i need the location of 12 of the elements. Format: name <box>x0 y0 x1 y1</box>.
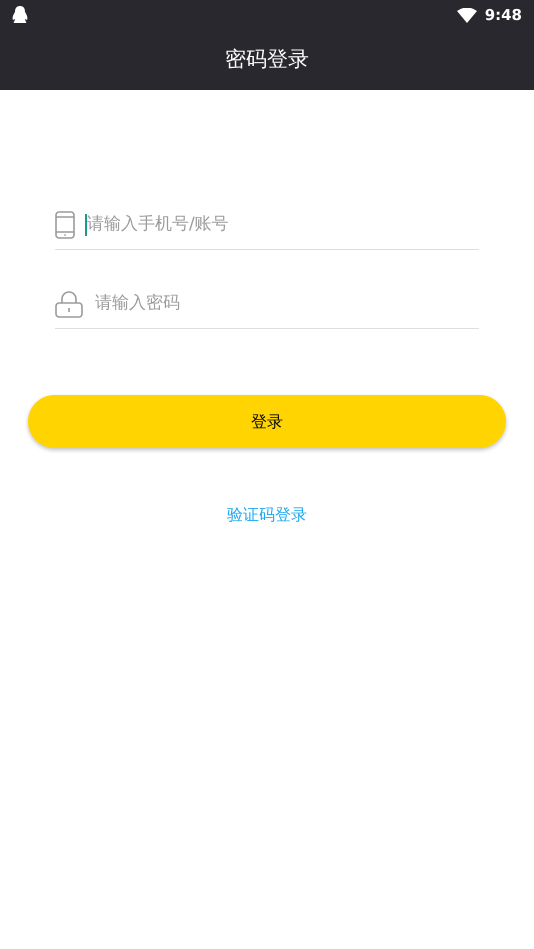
header-title: 密码登录 <box>225 46 309 74</box>
phone-icon <box>55 211 75 239</box>
field-placeholder: 请输入密码 <box>95 292 180 316</box>
input-field[interactable]: 请输入密码 <box>55 286 479 329</box>
field-placeholder: 请输入手机号/账号 <box>87 213 229 236</box>
lock-icon <box>55 290 83 318</box>
sms-login-link[interactable]: 验证码登录 <box>227 503 307 527</box>
input-field[interactable]: 请输入手机号/账号 <box>55 207 479 250</box>
wifi-icon <box>456 8 477 22</box>
status-time: 9:48 <box>484 4 522 26</box>
penguin-icon <box>12 6 28 24</box>
login-button[interactable]: 登录 <box>28 395 506 448</box>
